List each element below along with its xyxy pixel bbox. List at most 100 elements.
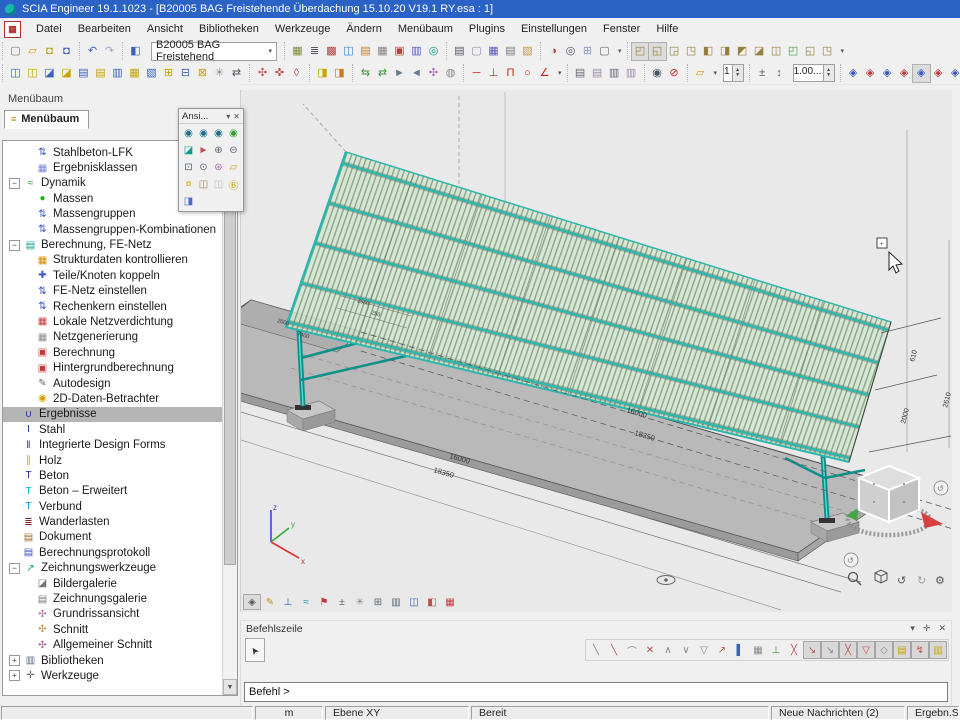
toolbar-icon[interactable]: ◎ xyxy=(562,43,579,60)
toolbar-icon[interactable]: ▦ xyxy=(374,43,391,60)
snap-mode-icon[interactable]: ⌒ xyxy=(623,641,641,659)
toolbar-icon[interactable]: ○ xyxy=(519,65,536,82)
toolbar-icon[interactable]: ⊘ xyxy=(666,65,683,82)
close-icon[interactable]: ✕ xyxy=(938,623,946,634)
tree-item[interactable]: ⇅ Massengruppen-Kombinationen xyxy=(3,222,237,237)
toolbar-icon[interactable]: ◨ xyxy=(717,43,734,60)
tree-item[interactable]: T Beton – Erweitert xyxy=(3,484,237,499)
tree-item[interactable]: ≣ Wanderlasten xyxy=(3,514,237,529)
toolbar-icon[interactable]: ◈ xyxy=(862,65,879,82)
snap-mode-icon[interactable]: ╳ xyxy=(839,641,857,659)
toolbar-icon[interactable]: ⇄ xyxy=(228,65,245,82)
toolbar-icon[interactable]: ◘ xyxy=(58,43,75,60)
toolbar-icon[interactable]: ◰ xyxy=(785,43,802,60)
toolbar-icon[interactable]: ▱ xyxy=(24,43,41,60)
menu-item[interactable]: Hilfe xyxy=(648,23,686,35)
toolbar-icon[interactable]: ▣ xyxy=(391,43,408,60)
toolbar-icon[interactable]: ∠ xyxy=(536,65,553,82)
status-units[interactable]: m xyxy=(255,706,323,720)
toolbar-icon[interactable]: ◨ xyxy=(314,65,331,82)
tree-item[interactable]: − ↗ Zeichnungswerkzeuge xyxy=(3,561,237,576)
snap-mode-icon[interactable]: ╲ xyxy=(605,641,623,659)
toolbar-icon[interactable]: ◳ xyxy=(819,43,836,60)
view-palette-titlebar[interactable]: Ansi... ▾ ✕ xyxy=(179,109,243,124)
view-tool-icon[interactable]: ◉ xyxy=(226,126,241,141)
tree-item[interactable]: ⇅ Rechenkern einstellen xyxy=(3,299,237,314)
view-tool-icon[interactable]: ⊖ xyxy=(226,143,241,158)
viewport-tool-icon[interactable]: ◈ xyxy=(243,594,261,610)
status-results[interactable]: Ergebn.S xyxy=(907,706,959,720)
view-tool-icon[interactable]: Ⓑ xyxy=(226,177,241,192)
tree-item[interactable]: ✣ Grundrissansicht xyxy=(3,607,237,622)
toolbar-icon[interactable]: ✣ xyxy=(254,65,271,82)
toolbar-icon[interactable]: ✣ xyxy=(425,65,442,82)
menu-item[interactable]: Ansicht xyxy=(139,23,191,35)
toolbar-icon[interactable]: ↶ xyxy=(84,43,101,60)
tree-item[interactable]: ▣ Hintergrundberechnung xyxy=(3,360,237,375)
tree-item[interactable]: ⇅ FE-Netz einstellen xyxy=(3,284,237,299)
toolbar-icon[interactable]: ▤ xyxy=(572,65,589,82)
toolbar-icon[interactable]: ⇄ xyxy=(374,65,391,82)
status-workplane[interactable]: Ebene XY xyxy=(325,706,469,720)
toolbar-icon[interactable]: ▧ xyxy=(143,65,160,82)
toolbar-icon[interactable]: ◰ xyxy=(632,43,649,60)
tree-expander[interactable]: − xyxy=(9,178,20,189)
tree-item[interactable]: ✚ Teile/Knoten koppeln xyxy=(3,268,237,283)
snap-mode-icon[interactable]: ▤ xyxy=(893,641,911,659)
tree-item[interactable]: ▤ Zeichnungsgalerie xyxy=(3,591,237,606)
toolbar-icon[interactable]: ▥ xyxy=(408,43,425,60)
menu-item[interactable]: Ändern xyxy=(338,23,389,35)
perspective-eye-icon[interactable] xyxy=(657,576,675,585)
snap-mode-icon[interactable]: ◇ xyxy=(875,641,893,659)
tree-item[interactable]: T Verbund xyxy=(3,499,237,514)
toolbar-icon[interactable]: ▦ xyxy=(485,43,502,60)
snap-mode-icon[interactable]: ▽ xyxy=(695,641,713,659)
viewport-tool-icon[interactable]: ◧ xyxy=(423,594,441,610)
view-tool-icon[interactable]: ◫ xyxy=(211,177,226,192)
tree-item[interactable]: ∥ Holz xyxy=(3,453,237,468)
toolbar-icon[interactable]: ▢ xyxy=(468,43,485,60)
snap-mode-icon[interactable]: ↘ xyxy=(821,641,839,659)
view-tool-icon[interactable]: ◨ xyxy=(181,194,196,209)
toolbar-icon[interactable]: ✳ xyxy=(211,65,228,82)
toolbar-icon[interactable]: ▩ xyxy=(323,43,340,60)
toolbar-icon[interactable]: ▥ xyxy=(606,65,623,82)
tree-item[interactable]: ✣ Schnitt xyxy=(3,622,237,637)
factor-spinner[interactable]: 1.00... ▲▼ xyxy=(793,64,835,82)
toolbar-icon[interactable]: ◱ xyxy=(802,43,819,60)
snap-mode-icon[interactable]: ↘ xyxy=(803,641,821,659)
toolbar-icon[interactable]: ⊞ xyxy=(579,43,596,60)
toolbar-icon[interactable]: ⇆ xyxy=(357,65,374,82)
tree-item[interactable]: + ✛ Werkzeuge xyxy=(3,668,237,683)
toolbar-overflow-icon[interactable]: ▾ xyxy=(838,47,848,55)
project-combobox[interactable]: B20005 BAG Freistehend ▾ xyxy=(151,42,277,61)
toolbar-icon[interactable]: ◑ xyxy=(545,43,562,60)
close-icon[interactable]: ✕ xyxy=(233,112,240,121)
tree-item[interactable]: ▤ Dokument xyxy=(3,530,237,545)
tree-scrollbar[interactable]: ▼ xyxy=(222,141,237,695)
tab-menubaum[interactable]: ≡ Menübaum xyxy=(4,110,89,129)
viewport-tool-icon[interactable]: ≈ xyxy=(297,594,315,610)
command-input[interactable]: Befehl > xyxy=(244,682,948,702)
toolbar-icon[interactable]: Π xyxy=(502,65,519,82)
snap-mode-icon[interactable]: ∨ xyxy=(677,641,695,659)
viewport-tool-icon[interactable]: ⚑ xyxy=(315,594,333,610)
toolbar-icon[interactable]: ▤ xyxy=(92,65,109,82)
toolbar-icon[interactable]: ◈ xyxy=(930,65,947,82)
menu-item[interactable]: Einstellungen xyxy=(513,23,595,35)
menu-item[interactable]: Fenster xyxy=(595,23,648,35)
toolbar-icon[interactable]: ◩ xyxy=(734,43,751,60)
snap-mode-icon[interactable]: ╳ xyxy=(785,641,803,659)
toolbar-icon[interactable]: ◪ xyxy=(58,65,75,82)
toolbar-icon[interactable]: ▦ xyxy=(289,43,306,60)
viewport-tool-icon[interactable]: ◫ xyxy=(405,594,423,610)
toolbar-overflow-icon[interactable]: ▾ xyxy=(711,69,721,77)
toolbar-overflow-icon[interactable]: ▾ xyxy=(615,47,625,55)
scale-spinner[interactable]: 1 ▲▼ xyxy=(723,64,744,82)
toolbar-icon[interactable]: ▥ xyxy=(109,65,126,82)
toolbar-icon[interactable]: ─ xyxy=(468,65,485,82)
view-tool-icon[interactable]: ⊙ xyxy=(196,160,211,175)
tree-expander[interactable]: − xyxy=(9,240,20,251)
tree-item[interactable]: ◪ Bildergalerie xyxy=(3,576,237,591)
orbit-icon[interactable]: ↺ xyxy=(844,553,858,567)
